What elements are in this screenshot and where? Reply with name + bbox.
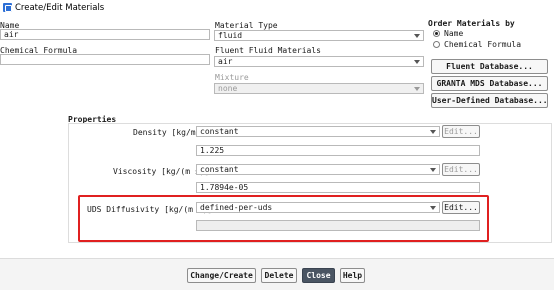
highlight-box: [78, 195, 489, 242]
density-method-value: constant: [200, 127, 239, 136]
chevron-down-icon: [414, 60, 420, 64]
help-button[interactable]: Help: [340, 268, 365, 283]
mixture-dropdown: none: [214, 83, 424, 94]
density-label: Density [kg/m³]: [133, 128, 206, 137]
chevron-down-icon: [414, 87, 420, 91]
order-by-chemical-formula-label: Chemical Formula: [444, 40, 522, 49]
radio-selected-icon: [433, 30, 440, 37]
material-type-dropdown[interactable]: fluid: [214, 30, 424, 41]
viscosity-method-value: constant: [200, 165, 239, 174]
viscosity-edit-button: Edit...: [442, 163, 480, 176]
fluent-fluid-materials-dropdown[interactable]: air: [214, 56, 424, 67]
material-type-label: Material Type: [215, 21, 278, 30]
granta-mds-database-button[interactable]: GRANTA MDS Database...: [431, 76, 548, 91]
mixture-value: none: [218, 84, 238, 93]
mixture-label: Mixture: [215, 73, 249, 82]
fluent-fluid-materials-label: Fluent Fluid Materials: [215, 46, 321, 55]
fluent-database-button[interactable]: Fluent Database...: [431, 59, 548, 74]
delete-button[interactable]: Delete: [261, 268, 297, 283]
material-type-value: fluid: [218, 31, 243, 40]
order-by-chemical-formula-radio[interactable]: Chemical Formula: [433, 40, 543, 50]
order-by-label: Order Materials by: [428, 19, 515, 28]
order-by-name-radio[interactable]: Name: [433, 29, 543, 39]
user-defined-database-button[interactable]: User-Defined Database...: [431, 93, 548, 108]
name-input[interactable]: air: [0, 29, 210, 40]
window-title: Create/Edit Materials: [15, 3, 105, 13]
change-create-button[interactable]: Change/Create: [187, 268, 256, 283]
chevron-down-icon: [430, 168, 436, 172]
order-by-name-label: Name: [444, 29, 464, 38]
viscosity-value-input[interactable]: 1.7894e-05: [196, 182, 480, 193]
chemical-formula-input[interactable]: [0, 54, 210, 65]
close-button[interactable]: Close: [302, 268, 335, 283]
density-edit-button: Edit...: [442, 125, 480, 138]
viscosity-method-dropdown[interactable]: constant: [196, 164, 440, 175]
app-icon: [3, 3, 12, 12]
chevron-down-icon: [430, 130, 436, 134]
density-method-dropdown[interactable]: constant: [196, 126, 440, 137]
viscosity-label: Viscosity [kg/(m s)]: [113, 167, 210, 176]
fluent-fluid-materials-value: air: [218, 57, 233, 66]
radio-unselected-icon: [433, 41, 440, 48]
title-bar: Create/Edit Materials: [0, 0, 554, 16]
density-value-input[interactable]: 1.225: [196, 145, 480, 156]
chevron-down-icon: [414, 34, 420, 38]
